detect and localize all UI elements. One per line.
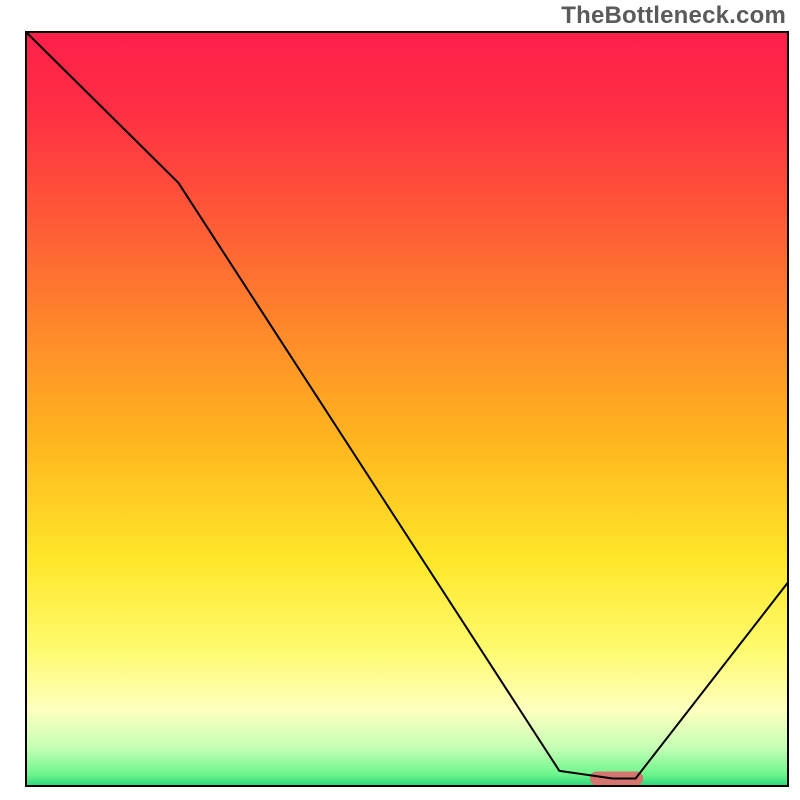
bottleneck-chart (0, 0, 800, 800)
chart-container: TheBottleneck.com (0, 0, 800, 800)
